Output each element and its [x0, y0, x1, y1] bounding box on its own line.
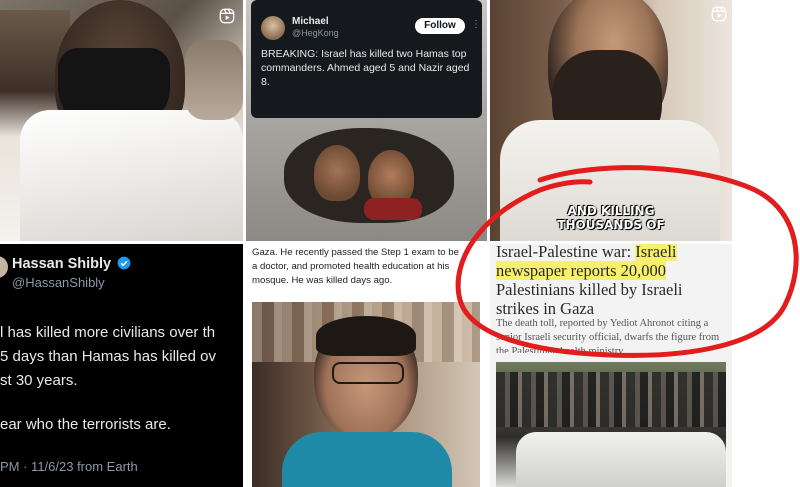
red-annotation-circle	[455, 165, 799, 358]
